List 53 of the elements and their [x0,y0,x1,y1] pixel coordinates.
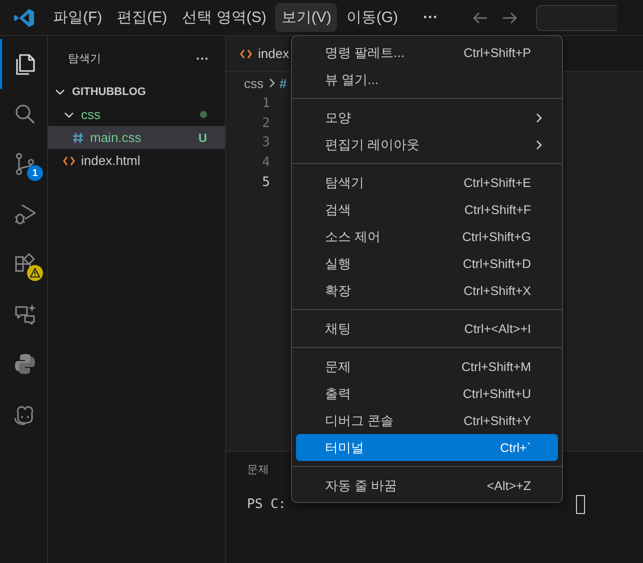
menu-bar-item[interactable]: 선택 영역(S) [176,3,272,32]
activity-bar-button[interactable]: 1 [0,139,47,189]
hash-icon [72,132,84,144]
editor-tab[interactable]: index [226,36,290,71]
line-number: 4 [261,154,270,172]
menu-item[interactable]: 채팅 Ctrl+<Alt>+I [296,315,558,342]
menu-item[interactable]: 출력 Ctrl+Shift+U [296,380,558,407]
file-tree-item[interactable]: main.css U [48,126,225,149]
menu-item[interactable]: 소스 제어 Ctrl+Shift+G [296,223,558,250]
angle-brackets-icon [240,48,252,60]
git-status-label: U [198,130,207,144]
menu-item[interactable]: 터미널 Ctrl+` [296,434,558,461]
count-badge: 1 [27,165,43,181]
menu-item[interactable]: 실행 Ctrl+Shift+D [296,250,558,277]
terminal-cursor [576,495,586,514]
line-number: 2 [261,114,270,133]
menu-item[interactable]: 탐색기 Ctrl+Shift+E [296,169,558,196]
menu-item[interactable]: 디버그 콘솔 Ctrl+Shift+Y [296,407,558,434]
chevron-right-icon [535,112,543,124]
more-actions-button[interactable]: ··· [196,50,209,66]
menu-item[interactable]: 확장 Ctrl+Shift+X [296,277,558,304]
chat-sparkle-icon [12,302,36,326]
chevron-right-icon [268,77,276,89]
command-center-field[interactable] [536,4,617,30]
menu-item[interactable]: 명령 팔레트... Ctrl+Shift+P [296,39,558,66]
menu-item[interactable]: 문제 Ctrl+Shift+M [296,353,558,380]
sidebar-title: 탐색기 [68,52,101,66]
breadcrumb-item[interactable]: # [280,76,287,90]
more-menu-button[interactable]: ··· [417,4,444,31]
chevron-right-icon [535,138,543,150]
app-logo-icon [13,6,35,28]
menu-item[interactable]: 모양 [296,104,558,131]
play-bug-icon [12,202,36,226]
menu-bar-item[interactable]: 파일(F) [47,3,108,32]
workspace-title[interactable]: GITHUBBLOG [72,86,146,98]
line-number: 1 [261,95,270,113]
folder-label[interactable]: css [81,107,100,122]
menu-item[interactable]: 뷰 열기... [296,66,558,93]
terminal-prompt: PS C: [247,497,286,512]
menu-item[interactable]: 자동 줄 바꿈 <Alt>+Z [296,472,558,499]
breadcrumb-item[interactable]: css [244,76,264,90]
line-number: 5 [261,174,270,192]
menu-bar-item[interactable]: 이동(G) [340,3,404,32]
menu-item[interactable]: 검색 Ctrl+Shift+F [296,196,558,223]
menu-bar-item[interactable]: 편집(E) [111,3,174,32]
search-icon [12,102,36,126]
angle-brackets-icon [63,154,75,166]
panel-tab[interactable]: 문제 [247,462,269,477]
menu-item[interactable]: 편집기 레이아웃 [296,131,558,158]
line-number: 3 [261,134,270,152]
python-icon [12,352,36,376]
file-tree-item[interactable]: index.html [48,149,225,172]
menu-bar-item[interactable]: 보기(V) [275,3,338,32]
